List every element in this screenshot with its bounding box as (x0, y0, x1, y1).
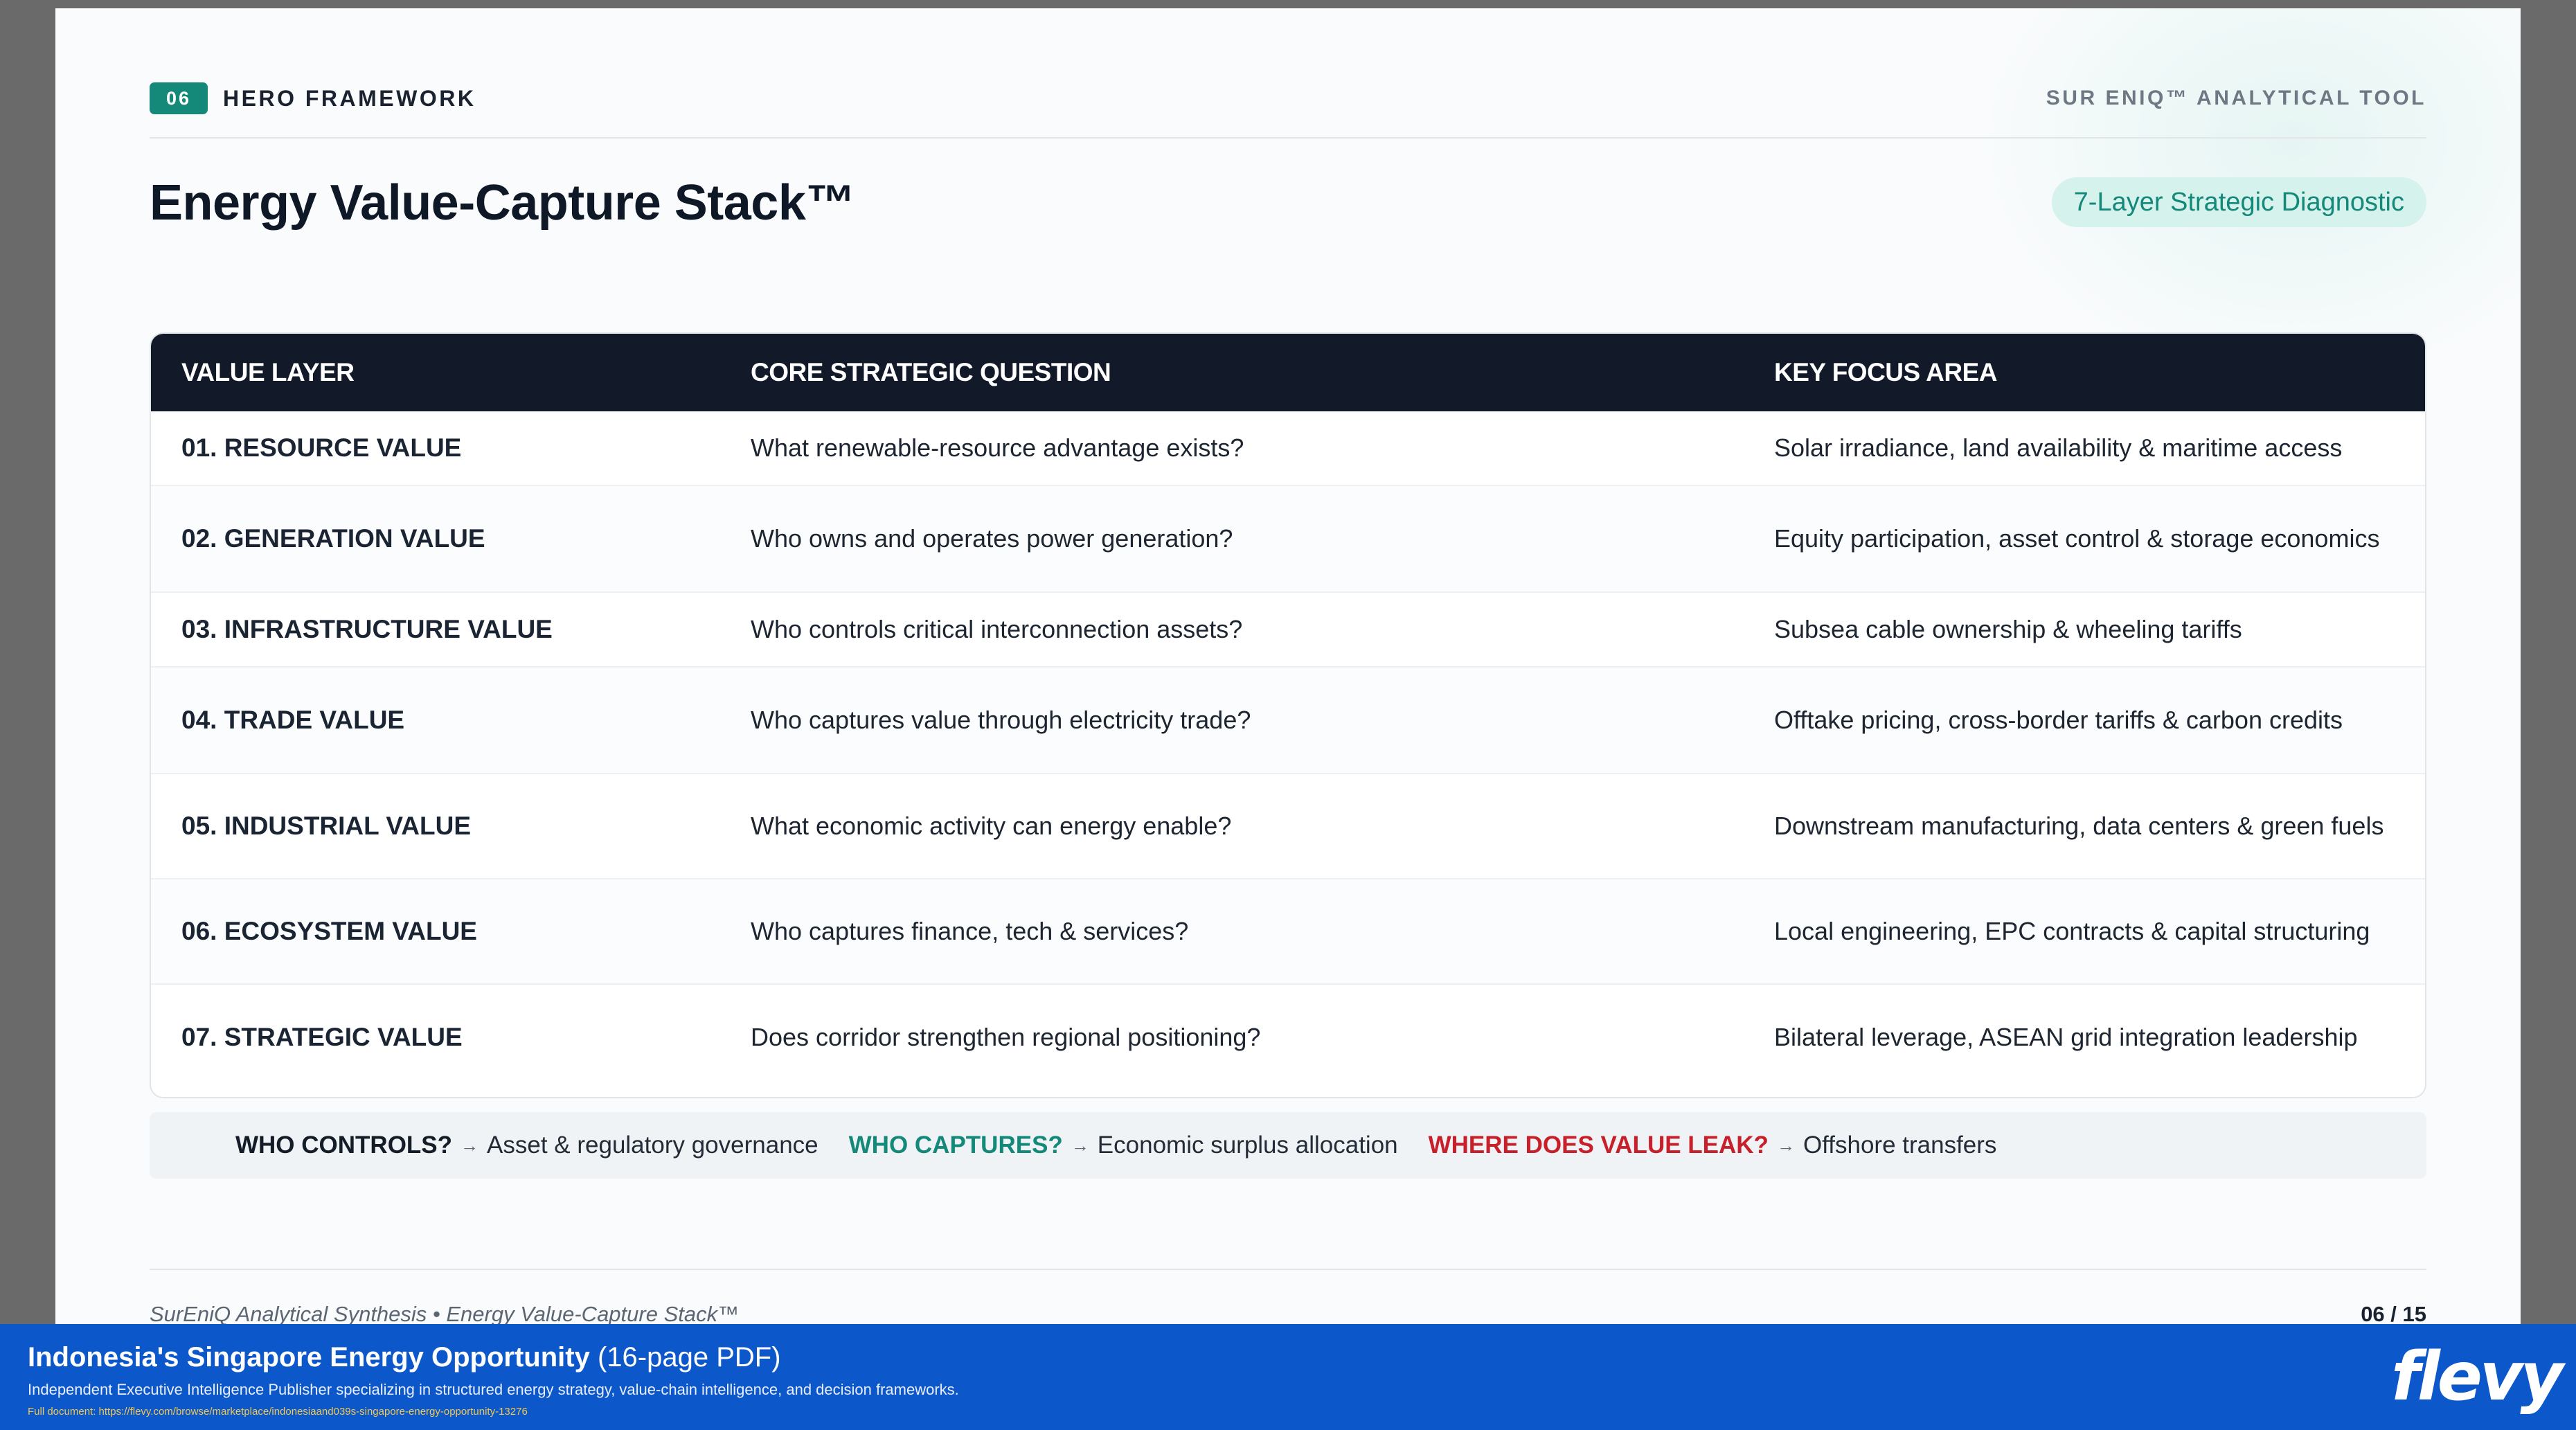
column-header-core-question: CORE STRATEGIC QUESTION (751, 358, 1111, 386)
legend-item-captures: WHO CAPTURES? → Economic surplus allocat… (849, 1132, 1398, 1159)
cell-question: What renewable-resource advantage exists… (751, 434, 1244, 462)
legend-item-controls: WHO CONTROLS? → Asset & regulatory gover… (235, 1132, 819, 1159)
page-title: Energy Value-Capture Stack™ (150, 175, 855, 231)
table-row: 06. ECOSYSTEM VALUE Who captures finance… (151, 878, 2425, 983)
footer-divider (150, 1269, 2426, 1270)
table-row: 03. INFRASTRUCTURE VALUE Who controls cr… (151, 591, 2425, 666)
cell-layer: 05. INDUSTRIAL VALUE (181, 812, 472, 840)
cell-question: What economic activity can energy enable… (751, 812, 1232, 840)
table-header: VALUE LAYER CORE STRATEGIC QUESTION KEY … (151, 334, 2425, 411)
legend-text: Economic surplus allocation (1097, 1132, 1398, 1159)
document-banner: Indonesia's Singapore Energy Opportunity… (0, 1324, 2576, 1430)
slide-header: 06 HERO FRAMEWORK SUR ENIQ™ ANALYTICAL T… (150, 81, 2426, 116)
legend-key: WHO CONTROLS? (235, 1132, 453, 1159)
value-stack-table: VALUE LAYER CORE STRATEGIC QUESTION KEY … (150, 332, 2426, 1098)
legend-text: Asset & regulatory governance (487, 1132, 819, 1159)
cell-question: Who controls critical interconnection as… (751, 615, 1243, 643)
cell-question: Who captures finance, tech & services? (751, 917, 1189, 945)
banner-description: Independent Executive Intelligence Publi… (28, 1381, 959, 1398)
banner-title-sub: (16-page PDF) (597, 1342, 781, 1373)
document-link[interactable]: Full document: https://flevy.com/browse/… (28, 1406, 528, 1418)
cell-focus: Offtake pricing, cross-border tariffs & … (1774, 706, 2343, 734)
arrow-right-icon: → (1776, 1134, 1795, 1156)
page-number: 06 / 15 (2361, 1302, 2426, 1324)
cell-layer: 06. ECOSYSTEM VALUE (181, 917, 477, 945)
cell-question: Who captures value through electricity t… (751, 706, 1251, 734)
legend-text: Offshore transfers (1803, 1132, 1997, 1159)
arrow-right-icon: → (1071, 1134, 1089, 1156)
table-row: 01. RESOURCE VALUE What renewable-resour… (151, 411, 2425, 485)
cell-layer: 04. TRADE VALUE (181, 706, 405, 734)
banner-title-text: Indonesia's Singapore Energy Opportunity (28, 1342, 590, 1373)
flevy-logo[interactable]: flevy (2391, 1338, 2564, 1415)
slide: 06 HERO FRAMEWORK SUR ENIQ™ ANALYTICAL T… (55, 8, 2521, 1324)
cell-layer: 01. RESOURCE VALUE (181, 434, 462, 462)
arrow-right-icon: → (460, 1134, 479, 1156)
table-row: 05. INDUSTRIAL VALUE What economic activ… (151, 773, 2425, 878)
cell-layer: 07. STRATEGIC VALUE (181, 1023, 463, 1051)
table-row: 04. TRADE VALUE Who captures value throu… (151, 666, 2425, 773)
cell-focus: Subsea cable ownership & wheeling tariff… (1774, 615, 2242, 643)
cell-focus: Bilateral leverage, ASEAN grid integrati… (1774, 1023, 2358, 1051)
tool-label: SUR ENIQ™ ANALYTICAL TOOL (2046, 87, 2426, 109)
column-header-focus-area: KEY FOCUS AREA (1774, 358, 1997, 386)
cell-layer: 02. GENERATION VALUE (181, 524, 485, 553)
legend-bar: WHO CONTROLS? → Asset & regulatory gover… (150, 1112, 2426, 1179)
footer-source: SurEniQ Analytical Synthesis • Energy Va… (150, 1302, 740, 1324)
cell-focus: Solar irradiance, land availability & ma… (1774, 434, 2343, 462)
section-number-badge: 06 (150, 82, 208, 114)
cell-focus: Equity participation, asset control & st… (1774, 524, 2380, 553)
section-label: HERO FRAMEWORK (223, 85, 476, 111)
cell-layer: 03. INFRASTRUCTURE VALUE (181, 615, 553, 643)
cell-question: Does corridor strengthen regional positi… (751, 1023, 1261, 1051)
legend-key: WHERE DOES VALUE LEAK? (1428, 1132, 1769, 1159)
table-row: 02. GENERATION VALUE Who owns and operat… (151, 485, 2425, 591)
column-header-value-layer: VALUE LAYER (181, 358, 355, 386)
banner-title[interactable]: Indonesia's Singapore Energy Opportunity… (28, 1342, 781, 1373)
diagnostic-pill: 7-Layer Strategic Diagnostic (2051, 177, 2426, 227)
cell-focus: Downstream manufacturing, data centers &… (1774, 812, 2384, 840)
cell-focus: Local engineering, EPC contracts & capit… (1774, 917, 2370, 945)
table-row: 07. STRATEGIC VALUE Does corridor streng… (151, 983, 2425, 1090)
cell-question: Who owns and operates power generation? (751, 524, 1233, 553)
legend-key: WHO CAPTURES? (848, 1132, 1063, 1159)
legend-item-leaks: WHERE DOES VALUE LEAK? → Offshore transf… (1429, 1132, 1997, 1159)
header-divider (150, 137, 2426, 138)
